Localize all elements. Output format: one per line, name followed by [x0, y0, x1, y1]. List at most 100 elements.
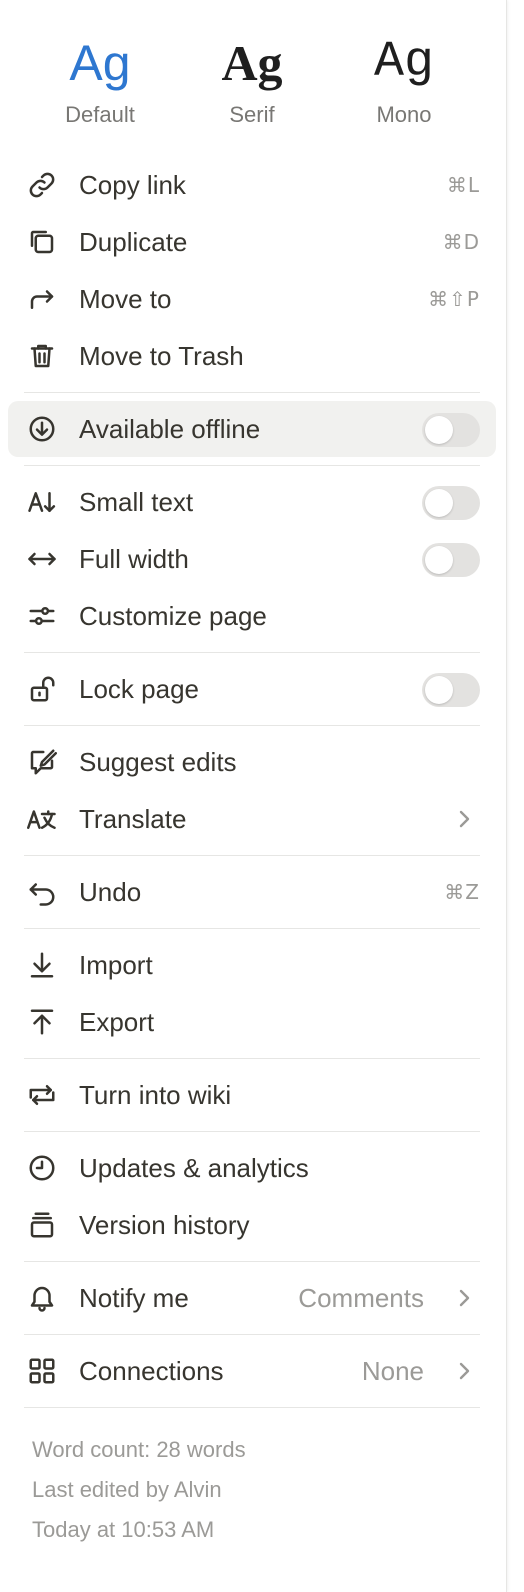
chevron-right-icon: [452, 1359, 476, 1383]
duplicate-icon: [26, 228, 58, 256]
suggest-edit-icon: [26, 748, 58, 776]
font-sample-serif: Ag: [221, 35, 283, 91]
text-size-down-icon: [26, 488, 58, 516]
font-sample-default: Ag: [69, 35, 131, 91]
translate-icon: [26, 805, 58, 833]
menu-label-updates-analytics: Updates & analytics: [79, 1153, 309, 1183]
wiki-convert-icon: [26, 1081, 58, 1109]
menu-label-export: Export: [79, 1007, 155, 1037]
menu-item-customize-page[interactable]: Customize page: [8, 588, 496, 644]
menu-item-small-text[interactable]: Small text: [8, 474, 496, 530]
lock-page-toggle[interactable]: [422, 673, 480, 707]
divider: [24, 1058, 480, 1059]
menu-label-connections: Connections: [79, 1356, 224, 1386]
divider: [24, 1407, 480, 1408]
menu-item-turn-into-wiki[interactable]: Turn into wiki: [8, 1067, 496, 1123]
menu-label-undo: Undo: [79, 877, 142, 907]
page-options-menu: Ag Default Ag Serif Ag Mono Copy link ⌘L…: [0, 0, 507, 1592]
last-edited-by: Last edited by Alvin: [32, 1477, 222, 1502]
font-label-serif: Serif: [229, 102, 275, 127]
menu-item-lock-page[interactable]: Lock page: [8, 661, 496, 717]
trash-icon: [26, 342, 58, 370]
divider: [24, 1131, 480, 1132]
sliders-icon: [26, 602, 58, 630]
menu-label-move-to: Move to: [79, 284, 172, 314]
menu-item-suggest-edits[interactable]: Suggest edits: [8, 734, 496, 790]
import-icon: [26, 951, 58, 979]
menu-label-move-to-trash: Move to Trash: [79, 341, 244, 371]
menu-label-turn-into-wiki: Turn into wiki: [79, 1080, 232, 1110]
divider: [24, 1334, 480, 1335]
undo-icon: [26, 878, 58, 906]
divider: [24, 392, 480, 393]
menu-item-translate[interactable]: Translate: [8, 791, 496, 847]
last-edited-timestamp: Today at 10:53 AM: [32, 1517, 215, 1542]
menu-label-copy-link: Copy link: [79, 170, 186, 200]
font-label-mono: Mono: [376, 102, 432, 127]
divider: [24, 465, 480, 466]
menu-label-full-width: Full width: [79, 544, 189, 574]
divider: [24, 1261, 480, 1262]
connections-value: None: [361, 1356, 424, 1386]
shortcut-duplicate: ⌘D: [442, 230, 480, 254]
menu-label-version-history: Version history: [79, 1210, 250, 1240]
shortcut-move-to: ⌘⇧P: [428, 287, 480, 311]
bell-icon: [26, 1284, 58, 1312]
menu-label-translate: Translate: [79, 804, 187, 834]
font-option-default[interactable]: Ag Default: [40, 36, 160, 128]
toggle-knob: [425, 489, 453, 517]
full-width-toggle[interactable]: [422, 543, 480, 577]
font-sample-mono: Ag: [373, 34, 434, 91]
shortcut-undo: ⌘Z: [444, 880, 480, 904]
chevron-right-icon: [452, 807, 476, 831]
menu-item-full-width[interactable]: Full width: [8, 531, 496, 587]
clock-icon: [26, 1154, 58, 1182]
version-stack-icon: [26, 1211, 58, 1239]
menu-item-move-to-trash[interactable]: Move to Trash: [8, 328, 496, 384]
menu-label-available-offline: Available offline: [79, 414, 261, 444]
menu-item-connections[interactable]: Connections None: [8, 1343, 496, 1399]
link-icon: [26, 171, 58, 199]
menu-item-import[interactable]: Import: [8, 937, 496, 993]
menu-item-updates-analytics[interactable]: Updates & analytics: [8, 1140, 496, 1196]
export-icon: [26, 1008, 58, 1036]
menu-label-lock-page: Lock page: [79, 674, 199, 704]
font-label-default: Default: [65, 102, 135, 127]
menu-item-move-to[interactable]: Move to ⌘⇧P: [8, 271, 496, 327]
download-circle-icon: [26, 415, 58, 443]
font-picker: Ag Default Ag Serif Ag Mono: [0, 0, 506, 140]
arrow-turn-right-icon: [26, 285, 58, 313]
divider: [24, 855, 480, 856]
font-option-mono[interactable]: Ag Mono: [344, 36, 464, 128]
toggle-knob: [425, 676, 453, 704]
divider: [24, 928, 480, 929]
divider: [24, 725, 480, 726]
word-count: Word count: 28 words: [32, 1437, 246, 1462]
toggle-knob: [425, 546, 453, 574]
menu-label-small-text: Small text: [79, 487, 194, 517]
small-text-toggle[interactable]: [422, 486, 480, 520]
font-option-serif[interactable]: Ag Serif: [192, 36, 312, 128]
shortcut-copy-link: ⌘L: [446, 173, 480, 197]
available-offline-toggle[interactable]: [422, 413, 480, 447]
page-info-footer: Word count: 28 words Last edited by Alvi…: [32, 1430, 246, 1550]
menu-item-export[interactable]: Export: [8, 994, 496, 1050]
menu-item-version-history[interactable]: Version history: [8, 1197, 496, 1253]
menu-item-undo[interactable]: Undo ⌘Z: [8, 864, 496, 920]
menu-item-copy-link[interactable]: Copy link ⌘L: [8, 157, 496, 213]
menu-item-duplicate[interactable]: Duplicate ⌘D: [8, 214, 496, 270]
menu-label-customize-page: Customize page: [79, 601, 267, 631]
toggle-knob: [425, 416, 453, 444]
menu-label-notify-me: Notify me: [79, 1283, 189, 1313]
chevron-right-icon: [452, 1286, 476, 1310]
divider: [24, 652, 480, 653]
unlock-icon: [26, 675, 58, 703]
grid-icon: [26, 1357, 58, 1385]
notify-me-value: Comments: [298, 1283, 424, 1313]
horizontal-arrows-icon: [26, 545, 58, 573]
menu-item-notify-me[interactable]: Notify me Comments: [8, 1270, 496, 1326]
menu-label-import: Import: [79, 950, 153, 980]
menu-item-available-offline[interactable]: Available offline: [8, 401, 496, 457]
menu-label-suggest-edits: Suggest edits: [79, 747, 237, 777]
menu-label-duplicate: Duplicate: [79, 227, 188, 257]
